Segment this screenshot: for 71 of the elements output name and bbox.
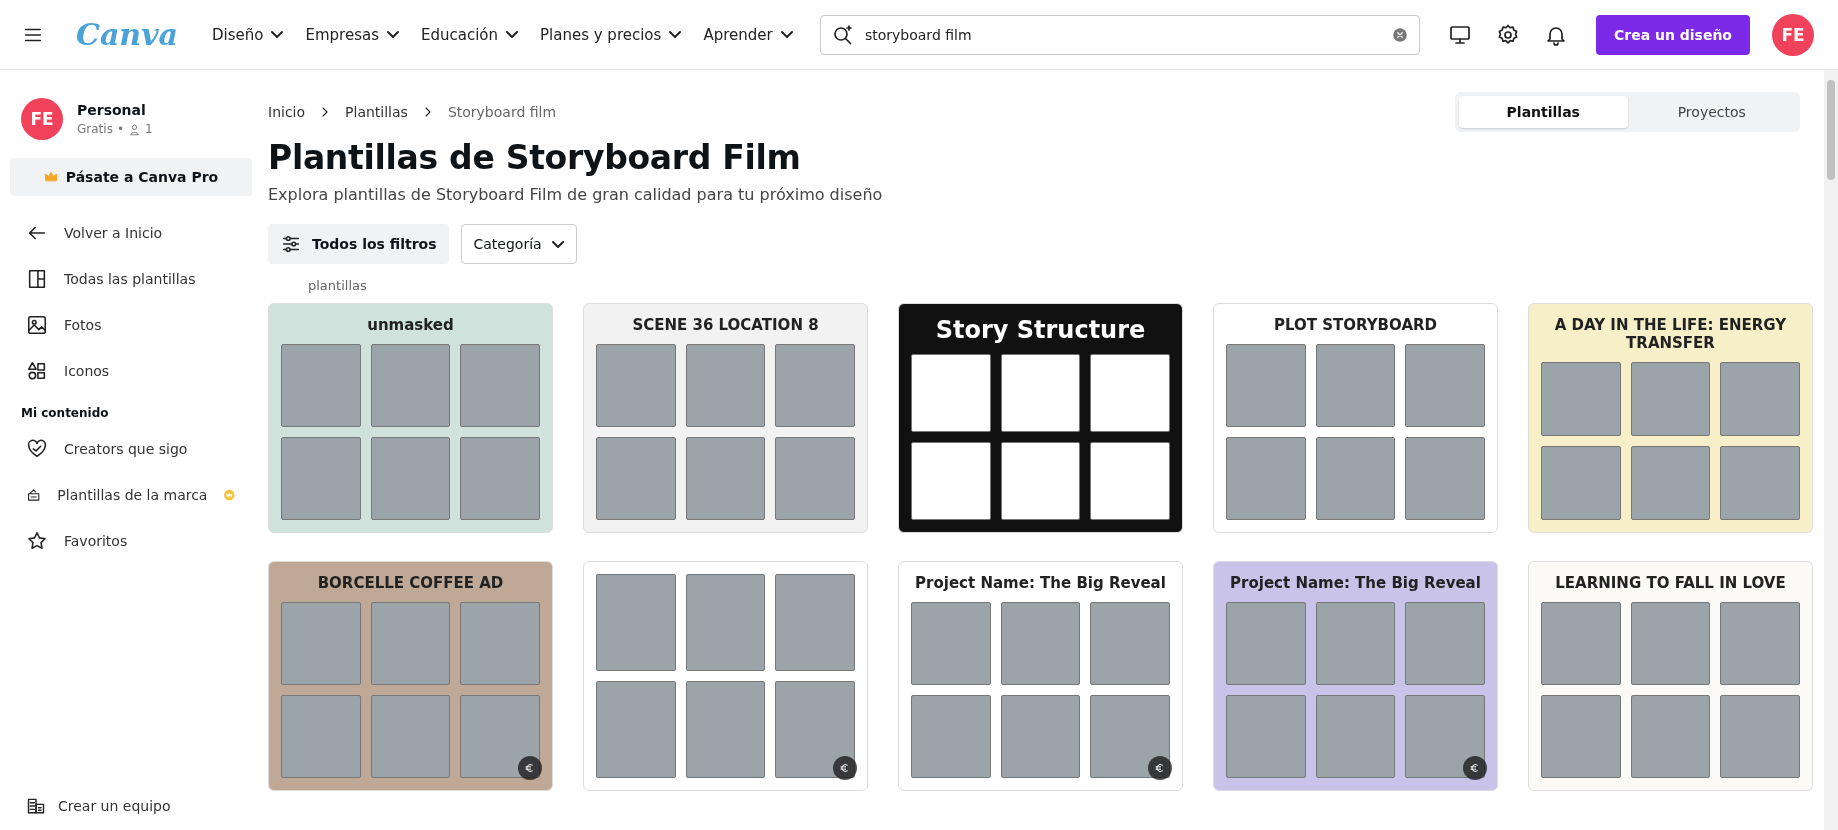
avatar: FE [21, 98, 63, 140]
template-thumbnail[interactable]: Project Name: The Big Reveal [898, 561, 1183, 791]
sidebar-item[interactable]: Fotos [10, 302, 252, 348]
breadcrumb-link[interactable]: Plantillas [345, 104, 408, 120]
sidebar-item[interactable]: Creators que sigo [10, 426, 252, 472]
category-dropdown[interactable]: Categoría [460, 224, 577, 264]
nav-menu-button[interactable]: Empresas [305, 25, 399, 44]
close-icon [1390, 25, 1409, 44]
nav-menu-button[interactable]: Diseño [212, 25, 284, 44]
template-thumbnail[interactable]: LEARNING TO FALL IN LOVE [1528, 561, 1813, 791]
scrollbar[interactable] [1824, 70, 1838, 830]
chevron-down-icon [669, 31, 682, 38]
template-title: SCENE 36 LOCATION 8 [631, 316, 820, 334]
template-title: Project Name: The Big Reveal [914, 574, 1167, 592]
page-title: Plantillas de Storyboard Film [268, 138, 802, 177]
avatar[interactable]: FE [1772, 13, 1814, 56]
layout-icon [26, 268, 48, 290]
template-thumbnail[interactable]: unmasked [268, 303, 553, 533]
template-title: A DAY IN THE LIFE: ENERGY TRANSFER [1553, 316, 1788, 352]
template-title: BORCELLE COFFEE AD [316, 574, 505, 592]
separator-dot: • [116, 122, 124, 136]
template-title: LEARNING TO FALL IN LOVE [1554, 574, 1787, 592]
clear-button[interactable] [1390, 25, 1409, 44]
building-icon [26, 796, 46, 816]
plan-label: Gratis [77, 122, 113, 136]
chevron-down-icon [271, 31, 284, 38]
create-team-button[interactable]: Crear un equipo [10, 786, 252, 826]
star-icon [26, 530, 48, 552]
search-field[interactable]: storyboard film [819, 14, 1420, 55]
template-title: Story Structure [934, 316, 1147, 344]
account-name: Personal [77, 102, 147, 118]
template-title: Project Name: The Big Reveal [1229, 574, 1482, 592]
upgrade-button[interactable]: Pásate a Canva Pro [10, 158, 252, 196]
tab[interactable]: Proyectos [1627, 96, 1796, 128]
section-heading: Mi contenido [20, 405, 110, 422]
all-filters-button[interactable]: Todos los filtros [268, 224, 449, 264]
nav-menu-button[interactable]: Planes y precios [540, 25, 682, 44]
template-thumbnail[interactable] [583, 561, 868, 791]
account-switcher[interactable]: FE Personal Gratis • 1 [10, 98, 252, 140]
member-count: 1 [144, 122, 153, 136]
sidebar-item[interactable]: Volver a Inicio [10, 210, 252, 256]
nav-menu-button[interactable]: Aprender [703, 25, 793, 44]
template-thumbnail[interactable]: Story Structure [898, 303, 1183, 533]
sliders-icon [280, 233, 302, 255]
template-thumbnail[interactable]: PLOT STORYBOARD [1213, 303, 1498, 533]
sidebar-item[interactable]: Todas las plantillas [10, 256, 252, 302]
template-thumbnail[interactable]: Project Name: The Big Reveal [1213, 561, 1498, 791]
page-description: Explora plantillas de Storyboard Film de gran calidad para tu próximo diseño [268, 185, 884, 204]
breadcrumb-link[interactable]: Inicio [268, 104, 306, 120]
template-title: PLOT STORYBOARD [1273, 316, 1438, 334]
shapes-icon [26, 360, 48, 382]
person-icon [127, 122, 141, 136]
tab[interactable]: Plantillas [1459, 96, 1628, 128]
nav-menu-button[interactable]: Educación [420, 25, 518, 44]
chevron-down-icon [551, 240, 564, 248]
chevron-down-icon [386, 31, 399, 38]
template-thumbnail[interactable]: BORCELLE COFFEE AD [268, 561, 553, 791]
template-title: unmasked [366, 316, 455, 334]
chevron-down-icon [780, 31, 793, 38]
create-design-button[interactable]: Crea un diseño [1595, 14, 1750, 55]
template-thumbnail[interactable]: A DAY IN THE LIFE: ENERGY TRANSFER [1528, 303, 1813, 533]
results-label: plantillas [307, 277, 368, 295]
sidebar-item[interactable]: Plantillas de la marca [10, 472, 252, 518]
sidebar-item[interactable]: Iconos [10, 348, 252, 394]
image-icon [26, 314, 48, 336]
breadcrumb-link[interactable]: Storyboard film [447, 104, 557, 120]
chevron-down-icon [506, 31, 518, 38]
heart-icon [26, 438, 48, 460]
crown-icon [43, 170, 58, 184]
template-thumbnail[interactable]: SCENE 36 LOCATION 8 [583, 303, 868, 533]
sidebar-item[interactable]: Favoritos [10, 518, 252, 564]
